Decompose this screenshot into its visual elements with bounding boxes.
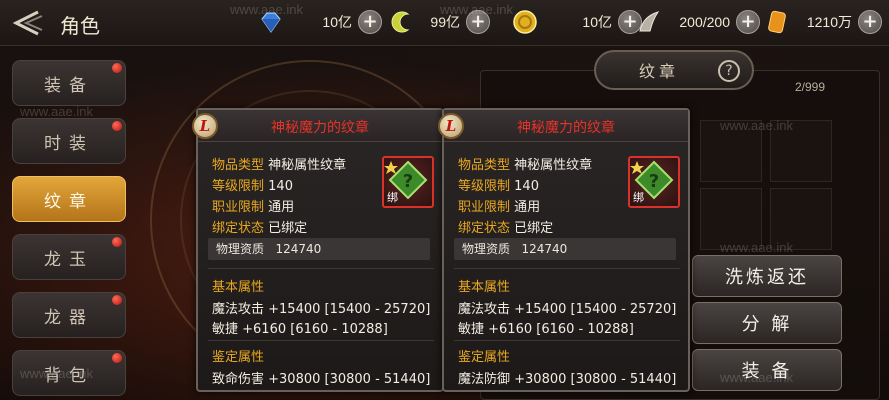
base-attr-title: 基本属性 xyxy=(212,280,265,295)
divider xyxy=(208,340,434,341)
watermark: www.aae.ink xyxy=(720,370,793,385)
decompose-button[interactable]: 分 解 xyxy=(692,302,842,344)
info-row: 职业限制 通用 xyxy=(212,200,295,215)
base-attr-line: 魔法攻击 +15400 [15400 - 25720] xyxy=(212,302,431,317)
inventory-count: 2/999 xyxy=(795,80,826,94)
appraise-attr-line: 致命伤害 +30800 [30800 - 51440] xyxy=(212,372,431,387)
resource-fatigue: 200/200 + xyxy=(636,7,760,37)
menu-label: 装备 xyxy=(44,75,94,96)
base-attr-line: 敏捷 +6160 [6160 - 10288] xyxy=(212,322,388,337)
item-name: 神秘魔力的纹章 xyxy=(517,120,615,136)
divider xyxy=(208,268,434,269)
base-attr-title: 基本属性 xyxy=(458,280,511,295)
info-row: 职业限制 通用 xyxy=(458,200,541,215)
menu-emblem[interactable]: 纹章 xyxy=(12,176,126,222)
svg-text:?: ? xyxy=(403,171,413,192)
base-attr-line: 敏捷 +6160 [6160 - 10288] xyxy=(458,322,634,337)
fatigue-wing-icon xyxy=(639,11,660,32)
info-row: 绑定状态 已绑定 xyxy=(212,221,308,236)
notification-dot xyxy=(112,295,122,305)
emblem-item-icon: ? 绑 xyxy=(382,156,434,208)
info-row: 绑定状态 已绑定 xyxy=(458,221,554,236)
tooltip-header: 神秘魔力的纹章 xyxy=(444,110,688,142)
notification-dot xyxy=(112,237,122,247)
menu-dragon-artifact[interactable]: 龙器 xyxy=(12,292,126,338)
menu-label: 纹章 xyxy=(44,191,94,212)
watermark: www.aae.ink xyxy=(20,366,93,381)
resource-value: 10亿 xyxy=(582,14,612,30)
notification-dot xyxy=(112,353,122,363)
item-name: 神秘魔力的纹章 xyxy=(271,120,369,136)
physical-aptitude: 物理资质 124740 xyxy=(454,238,676,260)
menu-equipment[interactable]: 装备 xyxy=(12,60,126,106)
resource-value: 1210万 xyxy=(806,14,852,30)
menu-dragon-jade[interactable]: 龙玉 xyxy=(12,234,126,280)
crescent-coin-icon xyxy=(391,11,410,33)
bound-tag: 绑 xyxy=(387,191,398,204)
divider xyxy=(454,340,680,341)
divider xyxy=(454,268,680,269)
gold-coin-icon xyxy=(513,10,537,34)
tab-label: 纹章 xyxy=(638,62,679,81)
page-title: 角色 xyxy=(60,14,100,38)
notification-dot xyxy=(112,63,122,73)
appraise-attr-line: 魔法防御 +30800 [30800 - 51440] xyxy=(458,372,677,387)
menu-label: 龙器 xyxy=(44,307,94,328)
emblem-tooltip-selected: 神秘魔力的纹章 L 物品类型 神秘属性纹章 等级限制 140 职业限制 通用 绑… xyxy=(438,108,690,392)
physical-aptitude: 物理资质 124740 xyxy=(208,238,430,260)
appraise-attr-title: 鉴定属性 xyxy=(458,350,511,365)
notification-dot xyxy=(112,121,122,131)
menu-label: 龙玉 xyxy=(44,249,94,270)
svg-text:?: ? xyxy=(649,171,659,192)
add-fatigue-button[interactable]: + xyxy=(736,10,760,34)
refine-return-button[interactable]: 洗炼返还 xyxy=(692,255,842,297)
add-diamond-button[interactable]: + xyxy=(358,10,382,34)
watermark: www.aae.ink xyxy=(20,104,93,119)
menu-label: 时装 xyxy=(44,133,94,154)
info-row: 等级限制 140 xyxy=(212,179,293,194)
emblem-item-icon: ? 绑 xyxy=(628,156,680,208)
emblem-tooltip-equipped: 神秘魔力的纹章 L 物品类型 神秘属性纹章 等级限制 140 职业限制 通用 绑… xyxy=(192,108,444,392)
appraise-attr-title: 鉴定属性 xyxy=(212,350,265,365)
tooltip-header: 神秘魔力的纹章 xyxy=(198,110,442,142)
watermark: www.aae.ink xyxy=(440,2,513,17)
help-icon[interactable]: ? xyxy=(718,60,740,82)
watermark: www.aae.ink xyxy=(720,118,793,133)
resource-crystal: 1210万 + xyxy=(764,7,882,37)
resource-value: 200/200 xyxy=(679,14,730,30)
watermark: www.aae.ink xyxy=(720,240,793,255)
menu-fashion[interactable]: 时装 xyxy=(12,118,126,164)
back-icon[interactable] xyxy=(8,8,48,38)
info-row: 物品类型 神秘属性纹章 xyxy=(212,158,347,173)
legendary-badge: L xyxy=(192,113,218,139)
resource-gold: 10亿 + xyxy=(512,7,642,37)
bound-tag: 绑 xyxy=(633,191,644,204)
legendary-badge: L xyxy=(438,113,464,139)
info-row: 等级限制 140 xyxy=(458,179,539,194)
info-row: 物品类型 神秘属性纹章 xyxy=(458,158,593,173)
add-crystal-button[interactable]: + xyxy=(858,10,882,34)
base-attr-line: 魔法攻击 +15400 [15400 - 25720] xyxy=(458,302,677,317)
crystal-bar-icon xyxy=(768,10,786,34)
watermark: www.aae.ink xyxy=(230,2,303,17)
